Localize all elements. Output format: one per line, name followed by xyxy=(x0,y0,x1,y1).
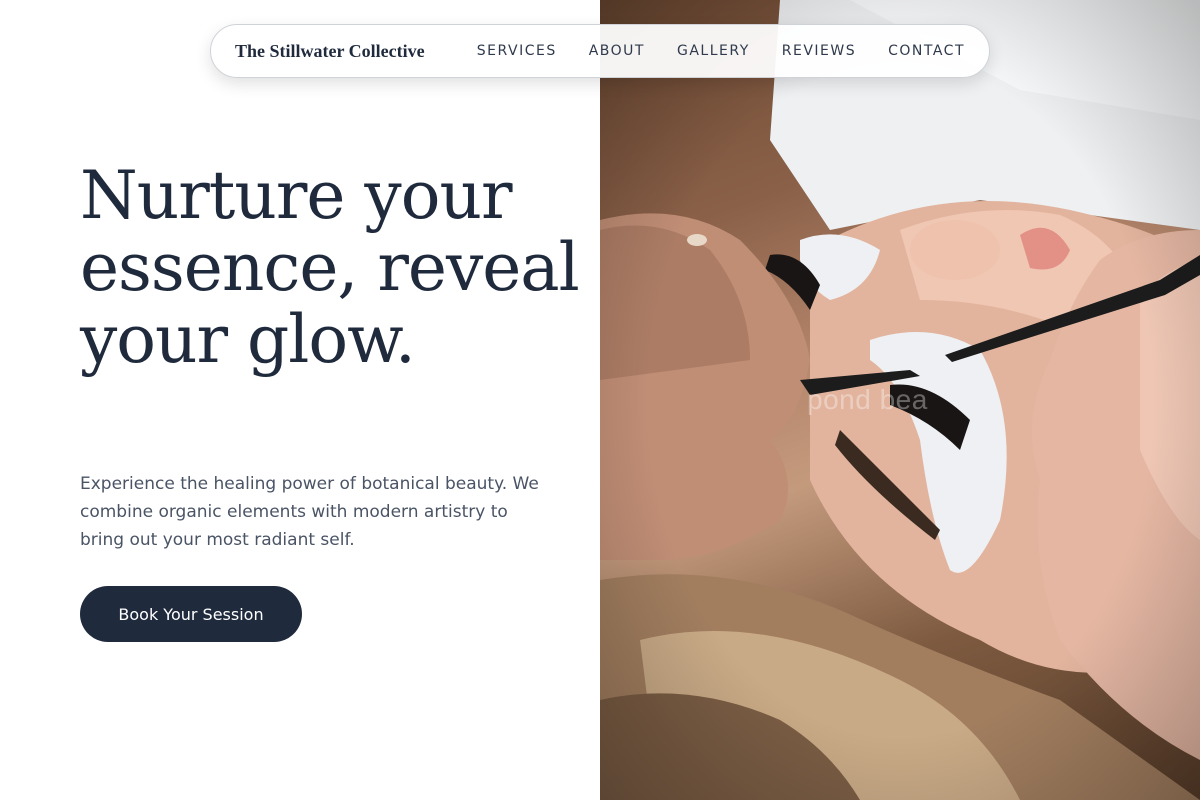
nav-link-contact[interactable]: CONTACT xyxy=(888,43,965,59)
top-navbar: The Stillwater Collective SERVICES ABOUT… xyxy=(210,24,990,78)
nav-link-services[interactable]: SERVICES xyxy=(477,43,557,59)
hero-description: Experience the healing power of botanica… xyxy=(80,474,539,550)
hero-photo: pond bea xyxy=(600,0,1200,800)
nav-link-about[interactable]: ABOUT xyxy=(589,43,645,59)
nav-link-reviews[interactable]: REVIEWS xyxy=(782,43,856,59)
photo-watermark: pond bea xyxy=(807,384,928,415)
main-nav: SERVICES ABOUT GALLERY REVIEWS CONTACT xyxy=(477,43,965,59)
nav-link-gallery[interactable]: GALLERY xyxy=(677,43,750,59)
brand-logo[interactable]: The Stillwater Collective xyxy=(235,41,425,62)
book-session-button[interactable]: Book Your Session xyxy=(80,586,302,642)
hero-title: Nurture your essence, reveal your glow. xyxy=(80,157,580,378)
